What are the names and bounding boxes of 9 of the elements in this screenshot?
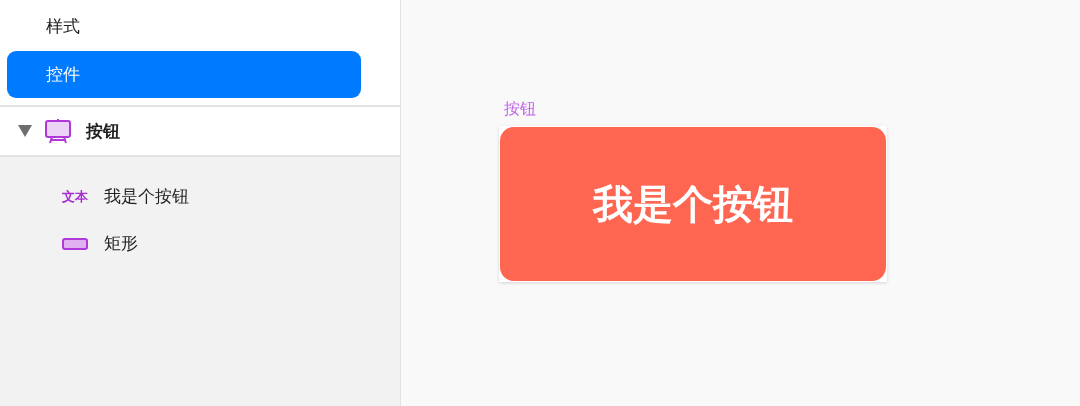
text-layer-icon: 文本 bbox=[62, 187, 104, 206]
layer-group-name[interactable]: 按钮 bbox=[86, 119, 120, 143]
layer-item[interactable]: 矩形 bbox=[0, 220, 400, 267]
rectangle-icon bbox=[62, 237, 88, 250]
page-item[interactable]: 控件 bbox=[7, 51, 361, 98]
artboard-icon bbox=[44, 118, 72, 144]
page-item[interactable]: 样式 bbox=[7, 4, 361, 49]
disclosure-triangle-icon[interactable] bbox=[18, 125, 32, 137]
layer-item[interactable]: 文本 我是个按钮 bbox=[0, 173, 400, 220]
